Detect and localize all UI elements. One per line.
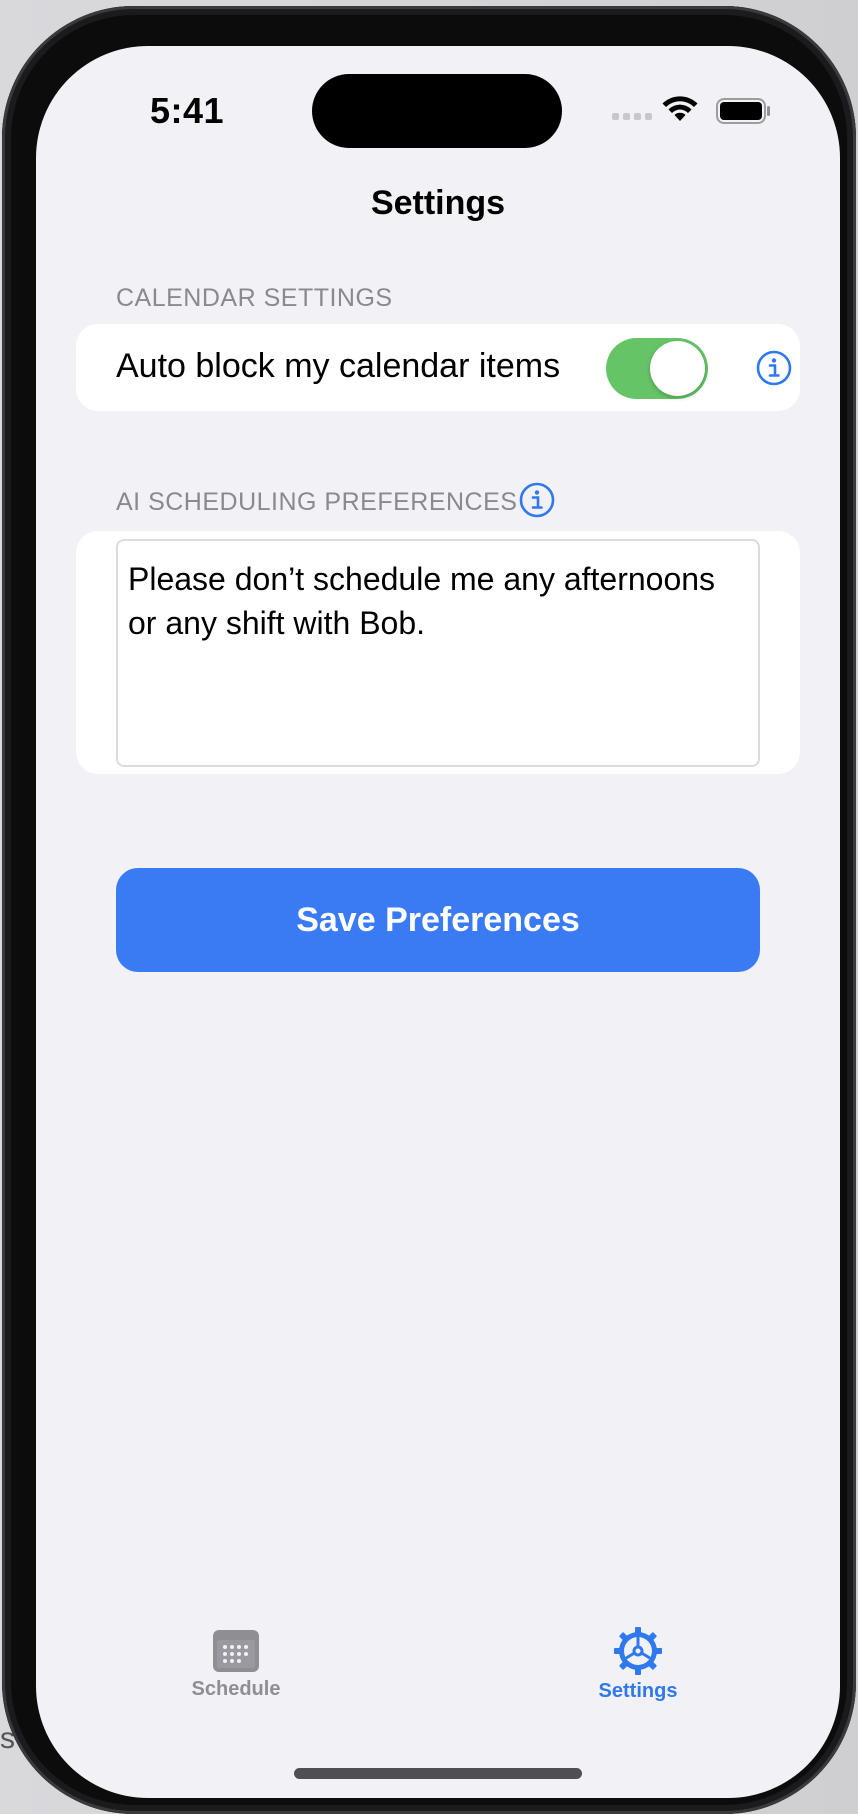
status-time: 5:41 [150, 90, 225, 131]
tab-settings[interactable]: Settings [538, 1626, 738, 1703]
calendar-settings-header: CALENDAR SETTINGS [116, 284, 393, 312]
preferences-text-field[interactable]: Please don’t schedule me any afternoons … [116, 539, 760, 767]
auto-block-label: Auto block my calendar items [116, 347, 561, 385]
toggle-knob [650, 341, 705, 396]
tab-settings-label: Settings [598, 1680, 678, 1702]
ai-preferences-header: AI SCHEDULING PREFERENCES [116, 488, 518, 516]
status-bar: 5:41 [36, 46, 840, 148]
phone-frame: 5:41 Settings CALENDAR SETTINGS Auto blo… [2, 6, 856, 1814]
battery-icon [716, 98, 770, 124]
auto-block-info-icon[interactable] [756, 350, 792, 386]
tab-schedule[interactable]: Schedule [136, 1626, 336, 1701]
page-title: Settings [370, 184, 506, 222]
dynamic-island [312, 74, 562, 148]
ai-preferences-card: Please don’t schedule me any afternoons … [76, 531, 800, 774]
tab-schedule-label: Schedule [191, 1678, 281, 1700]
ai-preferences-info-icon[interactable] [519, 482, 555, 518]
app-screen: 5:41 Settings CALENDAR SETTINGS Auto blo… [36, 46, 840, 1798]
cellular-signal-icon [612, 113, 656, 123]
calendar-icon [213, 1630, 259, 1672]
wifi-icon [662, 96, 698, 121]
save-preferences-button[interactable]: Save Preferences [116, 868, 760, 972]
home-indicator[interactable] [294, 1768, 582, 1779]
auto-block-toggle[interactable] [606, 338, 708, 399]
gear-icon [614, 1627, 662, 1675]
calendar-settings-card: Auto block my calendar items [76, 324, 800, 411]
